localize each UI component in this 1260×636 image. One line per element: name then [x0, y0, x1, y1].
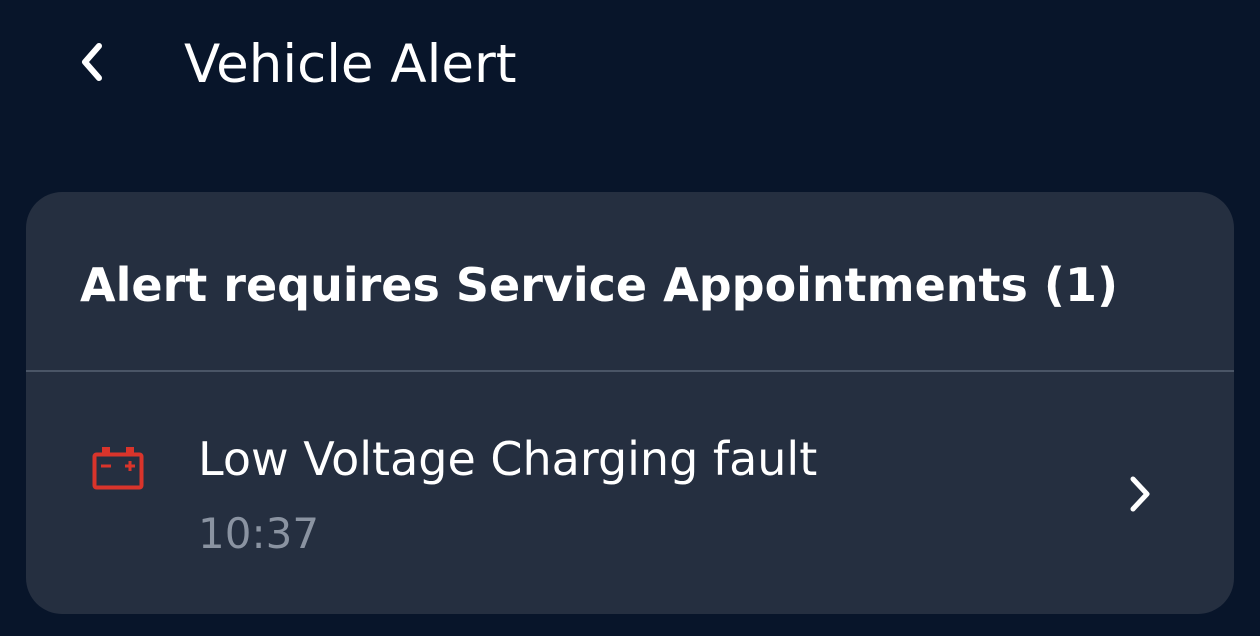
- alert-time: 10:37: [198, 509, 320, 558]
- chevron-right-icon: [1118, 472, 1162, 516]
- back-button[interactable]: [62, 32, 122, 92]
- card-title: Alert requires Service Appointments (1): [80, 258, 1118, 312]
- alert-list-item[interactable]: Low Voltage Charging fault 10:37: [26, 372, 1234, 614]
- chevron-left-icon: [82, 43, 102, 81]
- battery-icon: [92, 447, 144, 490]
- card-header: Alert requires Service Appointments (1): [26, 192, 1234, 372]
- app-header: Vehicle Alert: [0, 0, 1260, 130]
- page-title: Vehicle Alert: [184, 34, 517, 95]
- alert-card: Alert requires Service Appointments (1) …: [26, 192, 1234, 614]
- alert-name: Low Voltage Charging fault: [198, 432, 818, 486]
